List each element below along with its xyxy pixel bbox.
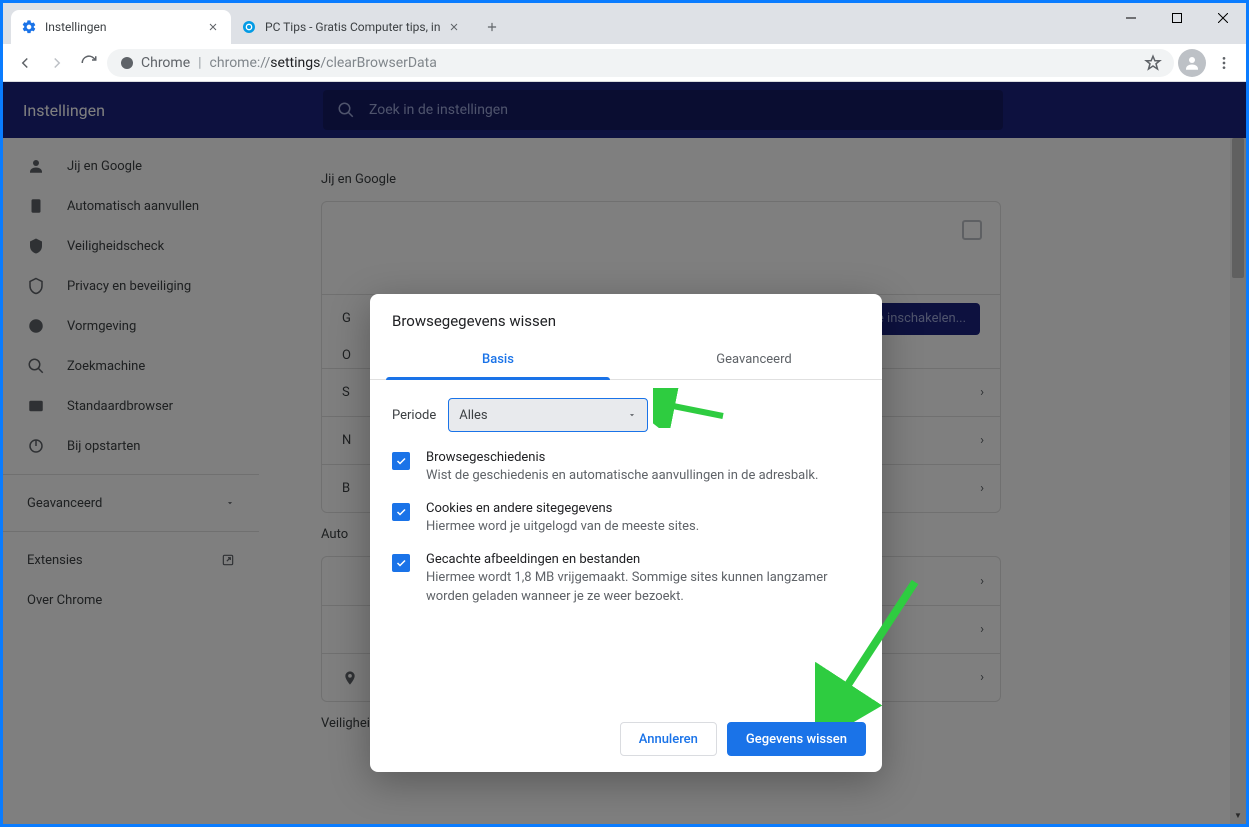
titlebar: Instellingen PC Tips - Gratis Computer t…: [3, 3, 1246, 44]
back-button[interactable]: [11, 49, 39, 77]
gear-icon: [21, 19, 37, 35]
clear-data-button[interactable]: Gegevens wissen: [727, 722, 866, 756]
annotation-arrow-icon: [815, 572, 935, 722]
annotation-arrow-icon: [653, 388, 733, 428]
profile-avatar[interactable]: [1178, 49, 1206, 77]
option-browsing-history[interactable]: Browsegeschiedenis Wist de geschiedenis …: [392, 450, 860, 485]
site-info-chip[interactable]: Chrome: [119, 55, 190, 71]
window-controls: [1108, 3, 1246, 33]
tab-settings[interactable]: Instellingen: [11, 10, 231, 44]
option-title: Browsegeschiedenis: [426, 450, 818, 465]
option-title: Gecachte afbeeldingen en bestanden: [426, 552, 860, 567]
clear-browsing-data-dialog: Browsegegevens wissen Basis Geavanceerd …: [370, 294, 882, 772]
tab-basic[interactable]: Basis: [370, 342, 626, 379]
option-cookies[interactable]: Cookies en andere sitegegevens Hiermee w…: [392, 501, 860, 536]
option-title: Cookies en andere sitegegevens: [426, 501, 699, 516]
tab-title: Instellingen: [45, 20, 199, 34]
url-display: chrome://settings/clearBrowserData: [210, 55, 437, 71]
option-desc: Hiermee word je uitgelogd van de meeste …: [426, 518, 699, 536]
reload-button[interactable]: [75, 49, 103, 77]
address-bar: Chrome | chrome://settings/clearBrowserD…: [3, 44, 1246, 82]
dialog-title: Browsegegevens wissen: [370, 294, 882, 342]
maximize-button[interactable]: [1154, 3, 1200, 33]
checkbox-checked[interactable]: [392, 503, 410, 521]
tab-pctips[interactable]: PC Tips - Gratis Computer tips, in: [231, 10, 472, 44]
checkbox-checked[interactable]: [392, 554, 410, 572]
period-label: Periode: [392, 408, 436, 423]
omnibox[interactable]: Chrome | chrome://settings/clearBrowserD…: [107, 49, 1174, 77]
option-desc: Wist de geschiedenis en automatische aan…: [426, 467, 818, 485]
chrome-icon: [119, 55, 135, 71]
minimize-button[interactable]: [1108, 3, 1154, 33]
bookmark-star-icon[interactable]: [1144, 54, 1162, 72]
dropdown-arrow-icon: [627, 410, 637, 420]
time-range-select[interactable]: Alles: [448, 398, 648, 432]
option-cached-images[interactable]: Gecachte afbeeldingen en bestanden Hierm…: [392, 552, 860, 605]
close-icon[interactable]: [205, 19, 221, 35]
new-tab-button[interactable]: [478, 13, 506, 41]
forward-button[interactable]: [43, 49, 71, 77]
window-close-button[interactable]: [1200, 3, 1246, 33]
tab-advanced[interactable]: Geavanceerd: [626, 342, 882, 379]
chrome-menu-button[interactable]: [1210, 49, 1238, 77]
dialog-tabs: Basis Geavanceerd: [370, 342, 882, 380]
close-icon[interactable]: [446, 19, 462, 35]
option-desc: Hiermee wordt 1,8 MB vrijgemaakt. Sommig…: [426, 569, 860, 605]
checkbox-checked[interactable]: [392, 452, 410, 470]
globe-icon: [241, 19, 257, 35]
cancel-button[interactable]: Annuleren: [620, 722, 717, 756]
tab-title: PC Tips - Gratis Computer tips, in: [265, 20, 440, 34]
